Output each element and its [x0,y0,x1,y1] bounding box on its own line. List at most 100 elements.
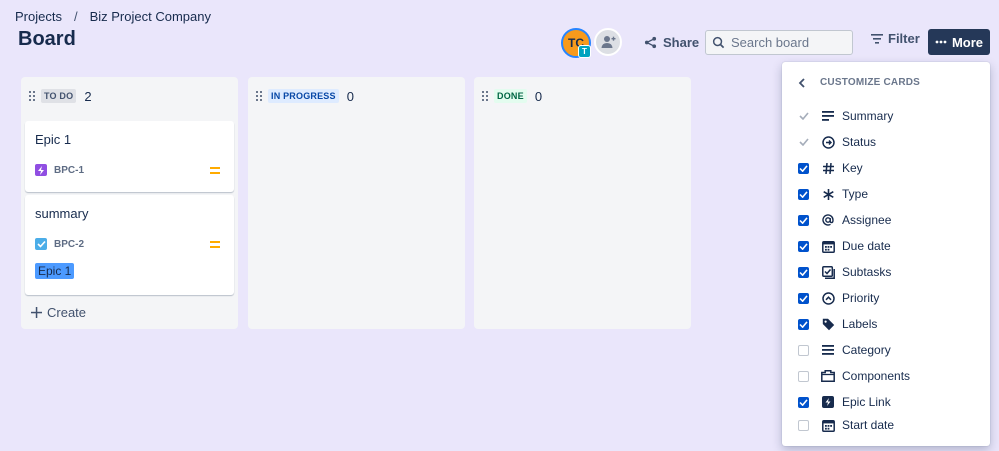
checkbox[interactable] [798,214,809,226]
checkbox[interactable] [798,370,809,382]
add-people-button[interactable] [594,28,622,56]
option-priority[interactable]: Priority [798,289,879,307]
option-summary[interactable]: Summary [798,107,893,125]
card-title: summary [35,206,89,221]
option-start-date[interactable]: Start date [798,416,894,434]
drag-handle-icon[interactable] [29,91,35,101]
search-input[interactable] [731,35,849,50]
checkbox[interactable] [798,266,809,278]
option-label: Epic Link [842,395,891,409]
option-label: Labels [842,317,878,331]
card-title: Epic 1 [35,132,72,147]
checkbox[interactable] [798,137,809,148]
option-type[interactable]: Type [798,185,868,203]
checkbox[interactable] [798,292,809,304]
card-key-label: BPC-1 [54,164,85,176]
checkbox[interactable] [798,396,809,408]
checkbox[interactable] [798,318,809,330]
option-epic-link[interactable]: Epic Link [798,393,891,411]
option-label: Summary [842,109,894,123]
checkbox[interactable] [798,240,809,252]
option-due-date[interactable]: Due date [798,237,891,255]
asterisk-icon [821,187,835,201]
checkbox[interactable] [798,162,809,174]
priority-medium-icon [210,167,220,174]
filter-label: Filter [888,31,920,46]
column-header[interactable]: TO DO 2 [21,77,238,115]
breadcrumb: Projects / Biz Project Company [15,9,211,24]
panel-header: CUSTOMIZE CARDS [798,77,920,88]
column-todo: TO DO 2 Epic 1 BPC-1 summary BPC-2 Epic … [21,77,238,329]
column-done: DONE 0 [474,77,691,329]
column-name: DONE [494,89,527,103]
option-label: Assignee [842,213,892,227]
avatar-badge: T [578,45,591,58]
breadcrumb-project[interactable]: Biz Project Company [90,9,211,24]
card-bpc-1[interactable]: Epic 1 BPC-1 [25,121,234,192]
share-button[interactable]: Share [644,31,699,53]
option-assignee[interactable]: Assignee [798,211,891,229]
epic-link-icon [821,395,835,409]
status-icon [821,135,835,149]
chevron-left-icon[interactable] [798,77,806,88]
epic-icon [35,164,47,176]
column-in-progress: IN PROGRESS 0 [248,77,465,329]
task-icon [35,238,47,250]
breadcrumb-separator: / [73,9,78,24]
column-name: IN PROGRESS [268,89,339,103]
option-label: Subtasks [842,265,892,279]
option-label: Key [842,161,863,175]
search-box[interactable] [705,30,853,55]
drag-handle-icon[interactable] [256,91,262,101]
option-label: Status [842,135,877,149]
panel-title: CUSTOMIZE CARDS [820,77,921,88]
column-count: 0 [346,88,354,104]
customize-cards-panel: CUSTOMIZE CARDS Summary Status Key Type … [782,62,990,446]
column-name: TO DO [41,89,77,103]
filter-icon [871,33,883,44]
summary-icon [821,109,835,123]
search-icon [712,36,725,49]
column-count: 2 [84,88,92,104]
at-icon [821,213,835,227]
breadcrumb-projects[interactable]: Projects [15,9,62,24]
card-key-label: BPC-2 [54,238,85,250]
checkbox[interactable] [798,419,809,431]
checkbox[interactable] [798,344,809,356]
epic-label[interactable]: Epic 1 [35,263,75,279]
calendar-icon [821,239,835,253]
card-key[interactable]: BPC-1 [35,164,84,176]
components-icon [821,369,835,383]
option-components[interactable]: Components [798,367,910,385]
priority-icon [821,291,835,305]
option-status[interactable]: Status [798,133,876,151]
option-label: Category [842,343,891,357]
checkbox[interactable] [798,188,809,200]
column-count: 0 [534,88,543,104]
option-category[interactable]: Category [798,341,891,359]
plus-icon [31,307,42,318]
option-label: Type [842,187,869,201]
add-person-icon [601,36,616,48]
more-label: More [951,34,984,50]
card-bpc-2[interactable]: summary BPC-2 Epic 1 [25,195,234,295]
create-label: Create [47,305,87,320]
option-labels[interactable]: Labels [798,315,877,333]
option-subtasks[interactable]: Subtasks [798,263,891,281]
priority-medium-icon [210,241,220,248]
page-title: Board [18,28,76,50]
more-button[interactable]: More [928,29,990,55]
subtasks-icon [821,265,835,279]
column-header[interactable]: DONE 0 [474,77,691,115]
create-button[interactable]: Create [31,305,86,320]
filter-button[interactable]: Filter [871,31,920,46]
category-icon [821,343,835,357]
card-key[interactable]: BPC-2 [35,238,84,250]
option-label: Components [842,369,911,383]
share-icon [644,36,657,48]
drag-handle-icon[interactable] [482,91,488,101]
checkbox[interactable] [798,111,809,122]
calendar-icon [821,418,835,432]
option-key[interactable]: Key [798,159,863,177]
column-header[interactable]: IN PROGRESS 0 [248,77,465,115]
